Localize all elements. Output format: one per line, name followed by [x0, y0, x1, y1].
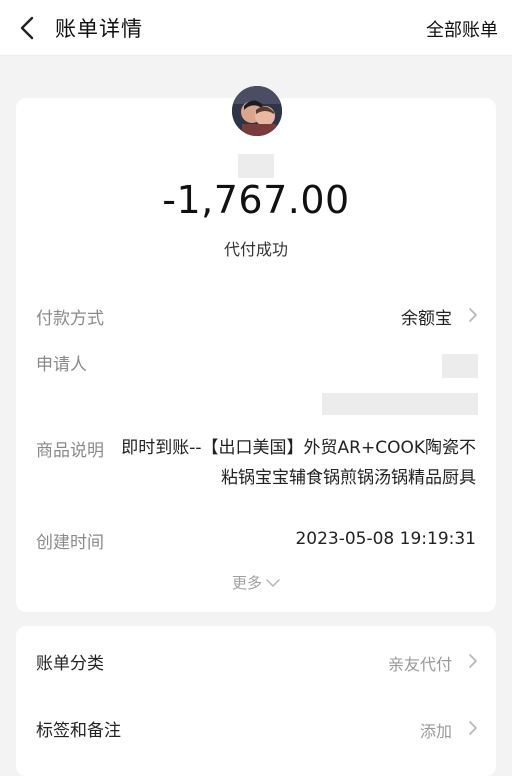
- tags-notes-label: 标签和备注: [36, 721, 121, 741]
- category-value[interactable]: 亲友代付: [388, 651, 452, 675]
- avatar: [232, 86, 282, 136]
- payee-name-redacted: [238, 154, 274, 178]
- bill-settings-card: 账单分类 亲友代付 标签和备注 添加: [16, 626, 496, 776]
- bill-status: 代付成功: [223, 240, 288, 259]
- tags-notes-value[interactable]: 添加: [420, 718, 452, 742]
- chevron-right-icon[interactable]: [468, 653, 478, 669]
- applicant-account-redacted: [322, 393, 478, 415]
- description-label: 商品说明: [36, 441, 104, 461]
- more-button[interactable]: 更多: [16, 572, 496, 593]
- chevron-down-icon: [266, 579, 280, 587]
- page-title: 账单详情: [55, 17, 143, 41]
- top-bar: 账单详情 全部账单: [0, 0, 512, 56]
- more-label: 更多: [231, 574, 262, 592]
- chevron-right-icon[interactable]: [468, 720, 478, 736]
- created-time-value: 2023-05-08 19:19:31: [295, 529, 476, 549]
- category-label: 账单分类: [36, 654, 104, 674]
- bill-amount: -1,767.00: [162, 178, 350, 222]
- back-arrow-icon[interactable]: [14, 14, 40, 42]
- applicant-label: 申请人: [36, 355, 87, 375]
- bill-detail-card: -1,767.00 代付成功 付款方式 余额宝 申请人 商品说明 即时到账--【…: [16, 86, 496, 612]
- payment-method-label: 付款方式: [36, 309, 104, 329]
- created-time-label: 创建时间: [36, 533, 104, 553]
- all-bills-link[interactable]: 全部账单: [426, 16, 498, 42]
- description-value: 即时到账--【出口美国】外贸AR+COOK陶瓷不粘锅宝宝辅食锅煎锅汤锅精品厨具: [121, 438, 476, 488]
- applicant-name-redacted: [442, 354, 478, 378]
- chevron-right-icon[interactable]: [468, 307, 478, 323]
- payment-method-value[interactable]: 余额宝: [401, 304, 452, 329]
